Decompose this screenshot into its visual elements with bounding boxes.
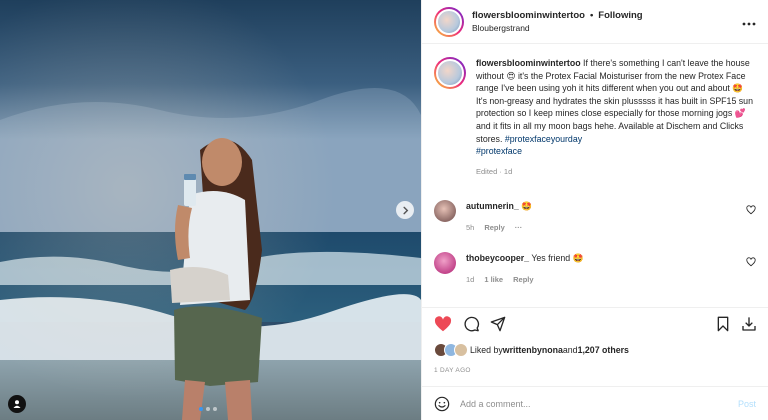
comment-text: Yes friend 🤩: [529, 253, 584, 263]
emoji: 😍: [506, 70, 516, 81]
add-comment-bar: Post: [422, 386, 768, 420]
comment-username[interactable]: thobeycooper_: [466, 253, 529, 263]
hashtag-link[interactable]: #protexfaceyourday: [505, 134, 582, 144]
next-photo-button[interactable]: [396, 201, 414, 219]
beach-photo: [0, 0, 421, 420]
author-username[interactable]: flowersbloominwintertoo: [472, 9, 585, 22]
comment-input[interactable]: [460, 398, 738, 409]
location-link[interactable]: Bloubergstrand: [472, 22, 643, 35]
post-timestamp[interactable]: 1 DAY AGO: [434, 367, 471, 374]
post-media[interactable]: [0, 0, 421, 420]
separator-dot: •: [589, 9, 594, 21]
download-icon[interactable]: [741, 316, 757, 332]
user-tag-icon: [13, 400, 21, 408]
tagged-users-button[interactable]: [8, 395, 26, 413]
smiley-icon[interactable]: [434, 396, 450, 412]
caption-username[interactable]: flowersbloominwintertoo: [476, 58, 581, 68]
comment-options-button[interactable]: ···: [515, 222, 523, 234]
action-bar: [422, 307, 768, 339]
comment-username[interactable]: autumnerin_: [466, 201, 519, 211]
carousel-dot: [213, 407, 217, 411]
post-side-panel: flowersbloominwintertoo • Following Blou…: [421, 0, 768, 420]
comment-time[interactable]: 1d: [466, 274, 474, 286]
carousel-dot: [206, 407, 210, 411]
hashtag-link[interactable]: #protexface: [476, 146, 522, 156]
post-comment-button[interactable]: Post: [738, 399, 756, 409]
caption-part: It's non-greasy and hydrates the skin pl…: [476, 95, 753, 119]
carousel-dot: [199, 407, 203, 411]
more-horizontal-icon: [742, 22, 756, 26]
comment-item: autumnerin_ 🤩 5h Reply ···: [434, 200, 756, 234]
emoji: 💕: [734, 108, 746, 119]
author-avatar[interactable]: [434, 6, 464, 37]
likes-others-link[interactable]: 1,207 others: [578, 345, 629, 355]
comment-likes[interactable]: 1 like: [484, 274, 503, 286]
caption-meta: Edited · 1d: [476, 166, 513, 176]
reply-button[interactable]: Reply: [513, 274, 533, 286]
commenter-avatar[interactable]: [434, 200, 456, 222]
bookmark-icon[interactable]: [716, 316, 730, 332]
comment-icon[interactable]: [463, 316, 480, 332]
commenter-avatar[interactable]: [434, 252, 456, 274]
post-caption: flowersbloominwintertoo If there's somet…: [434, 57, 756, 178]
likes-summary: Liked by writtenbynona and 1,207 others: [434, 343, 629, 357]
comment-time[interactable]: 5h: [466, 222, 474, 234]
chevron-right-icon: [402, 206, 408, 214]
heart-filled-icon[interactable]: [434, 316, 452, 332]
liker-avatars: [434, 343, 470, 357]
likes-and: and: [562, 345, 578, 355]
carousel-indicator: [199, 407, 217, 411]
more-options-button[interactable]: [742, 15, 756, 29]
comments-section[interactable]: flowersbloominwintertoo If there's somet…: [422, 45, 768, 307]
caption-part: it's the Protex Facial Moisturiser from …: [476, 70, 746, 94]
send-icon[interactable]: [490, 316, 506, 332]
like-comment-heart-icon[interactable]: [746, 257, 756, 267]
caption-avatar[interactable]: [434, 57, 466, 89]
following-button[interactable]: Following: [598, 9, 642, 22]
likes-prefix: Liked by: [470, 345, 503, 355]
caption-text: flowersbloominwintertoo If there's somet…: [476, 57, 756, 158]
author-info: flowersbloominwintertoo • Following Blou…: [472, 9, 643, 35]
emoji: 🤩: [732, 83, 744, 94]
post-modal: flowersbloominwintertoo • Following Blou…: [0, 0, 768, 420]
liker-username[interactable]: writtenbynona: [503, 345, 563, 355]
like-comment-heart-icon[interactable]: [746, 205, 756, 215]
reply-button[interactable]: Reply: [484, 222, 504, 234]
comment-item: thobeycooper_ Yes friend 🤩 1d 1 like Rep…: [434, 252, 756, 286]
post-header: flowersbloominwintertoo • Following Blou…: [422, 0, 768, 44]
comment-text: 🤩: [518, 201, 533, 211]
